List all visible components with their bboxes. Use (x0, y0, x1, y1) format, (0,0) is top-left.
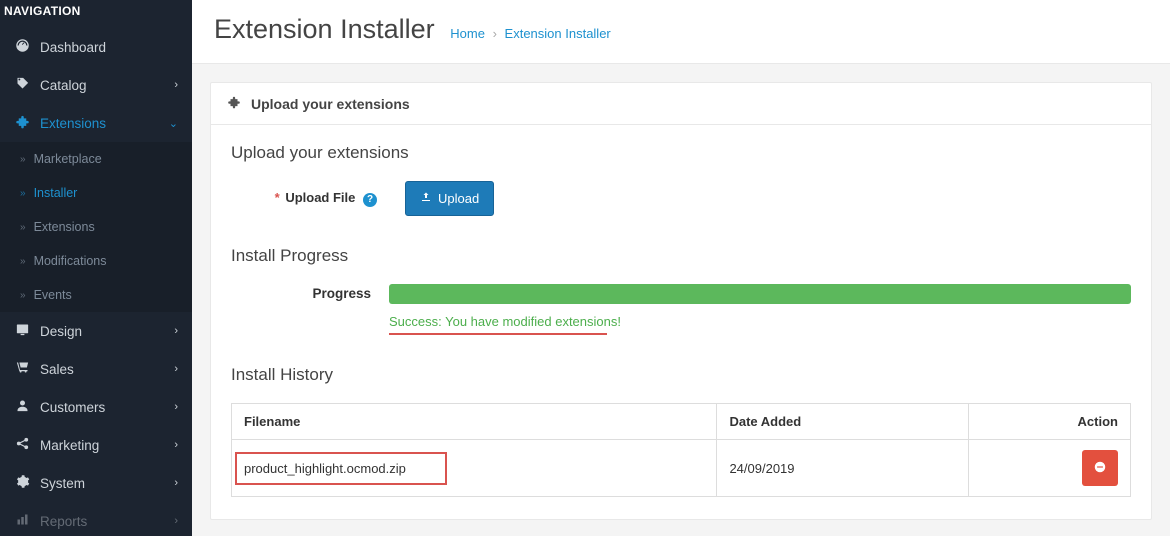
history-section-title: Install History (231, 365, 1131, 385)
upload-label-text: Upload File (285, 190, 355, 205)
sidebar-sub-events[interactable]: » Events (0, 278, 192, 312)
sidebar: NAVIGATION Dashboard Catalog › Extension… (0, 0, 192, 536)
nav-label: Reports (40, 514, 87, 529)
tag-icon (14, 76, 30, 94)
nav-label: Customers (40, 400, 105, 415)
sub-arrow-icon: » (20, 256, 26, 267)
sidebar-item-extensions[interactable]: Extensions ⌄ (0, 104, 192, 142)
sidebar-sub-extensions-list[interactable]: » Extensions (0, 210, 192, 244)
sub-arrow-icon: » (20, 222, 26, 233)
col-date: Date Added (717, 404, 969, 440)
progress-block: Success: You have modified extensions! (389, 284, 1131, 335)
breadcrumb-home[interactable]: Home (450, 26, 485, 41)
cell-date: 24/09/2019 (717, 440, 969, 497)
nav-label: Catalog (40, 78, 87, 93)
nav-label: Installer (34, 186, 78, 200)
upload-label: * Upload File ? (273, 190, 377, 207)
panel-header: Upload your extensions (211, 83, 1151, 125)
minus-circle-icon (1093, 460, 1107, 477)
design-icon (14, 322, 30, 340)
progress-bar (389, 284, 1131, 304)
chevron-right-icon: › (174, 515, 178, 527)
share-icon (14, 436, 30, 454)
nav-label: Sales (40, 362, 74, 377)
delete-button[interactable] (1082, 450, 1118, 486)
filename-text: product_highlight.ocmod.zip (244, 461, 406, 476)
sidebar-item-customers[interactable]: Customers › (0, 388, 192, 426)
highlight-underline (389, 333, 607, 335)
chevron-right-icon: › (174, 477, 178, 489)
breadcrumb: Home › Extension Installer (450, 26, 611, 41)
chevron-right-icon: › (174, 325, 178, 337)
cell-filename: product_highlight.ocmod.zip (232, 440, 717, 497)
sidebar-sub-installer[interactable]: » Installer (0, 176, 192, 210)
chevron-right-icon: › (174, 79, 178, 91)
nav-label: Modifications (34, 254, 107, 268)
table-row: product_highlight.ocmod.zip 24/09/2019 (232, 440, 1131, 497)
sidebar-sub-extensions: » Marketplace » Installer » Extensions »… (0, 142, 192, 312)
sub-arrow-icon: » (20, 154, 26, 165)
col-action: Action (969, 404, 1131, 440)
cart-icon (14, 360, 30, 378)
required-mark: * (275, 190, 280, 205)
main-panel: Upload your extensions Upload your exten… (210, 82, 1152, 520)
puzzle-icon (14, 114, 30, 132)
sub-arrow-icon: » (20, 290, 26, 301)
panel-title: Upload your extensions (251, 96, 410, 112)
sidebar-item-system[interactable]: System › (0, 464, 192, 502)
chevron-right-icon: › (174, 363, 178, 375)
cell-action (969, 440, 1131, 497)
nav-label: Design (40, 324, 82, 339)
nav-label: Dashboard (40, 40, 106, 55)
progress-section-title: Install Progress (231, 246, 1131, 266)
nav-label: Extensions (34, 220, 95, 234)
nav-label: Events (34, 288, 72, 302)
content-area: Upload your extensions Upload your exten… (192, 64, 1170, 536)
nav-header: NAVIGATION (0, 0, 192, 28)
breadcrumb-current[interactable]: Extension Installer (505, 26, 611, 41)
sidebar-item-sales[interactable]: Sales › (0, 350, 192, 388)
page-title: Extension Installer (214, 14, 435, 45)
upload-section-title: Upload your extensions (231, 143, 1131, 163)
table-header-row: Filename Date Added Action (232, 404, 1131, 440)
sidebar-sub-marketplace[interactable]: » Marketplace (0, 142, 192, 176)
sub-arrow-icon: » (20, 188, 26, 199)
breadcrumb-sep: › (493, 26, 497, 41)
main-content: Extension Installer Home › Extension Ins… (192, 0, 1170, 536)
sidebar-item-design[interactable]: Design › (0, 312, 192, 350)
user-icon (14, 398, 30, 416)
puzzle-icon (227, 95, 241, 112)
sidebar-item-dashboard[interactable]: Dashboard (0, 28, 192, 66)
progress-row: Progress Success: You have modified exte… (231, 284, 1131, 335)
gear-icon (14, 474, 30, 492)
chevron-down-icon: ⌄ (169, 117, 178, 130)
upload-button-label: Upload (438, 191, 479, 206)
upload-row: * Upload File ? Upload (273, 181, 1131, 216)
chevron-right-icon: › (174, 401, 178, 413)
panel-body: Upload your extensions * Upload File ? U… (211, 125, 1151, 519)
nav-label: Marketplace (34, 152, 102, 166)
sidebar-sub-modifications[interactable]: » Modifications (0, 244, 192, 278)
page-header: Extension Installer Home › Extension Ins… (192, 0, 1170, 64)
col-filename: Filename (232, 404, 717, 440)
chevron-right-icon: › (174, 439, 178, 451)
progress-message: Success: You have modified extensions! (389, 314, 621, 329)
chart-icon (14, 512, 30, 530)
sidebar-item-catalog[interactable]: Catalog › (0, 66, 192, 104)
dashboard-icon (14, 38, 30, 56)
progress-label: Progress (231, 284, 389, 301)
sidebar-item-marketing[interactable]: Marketing › (0, 426, 192, 464)
nav-label: Marketing (40, 438, 99, 453)
upload-button[interactable]: Upload (405, 181, 494, 216)
nav-label: Extensions (40, 116, 106, 131)
nav-label: System (40, 476, 85, 491)
help-icon[interactable]: ? (363, 193, 377, 207)
sidebar-item-reports[interactable]: Reports › (0, 502, 192, 536)
upload-icon (420, 191, 432, 206)
history-table: Filename Date Added Action product_highl… (231, 403, 1131, 497)
